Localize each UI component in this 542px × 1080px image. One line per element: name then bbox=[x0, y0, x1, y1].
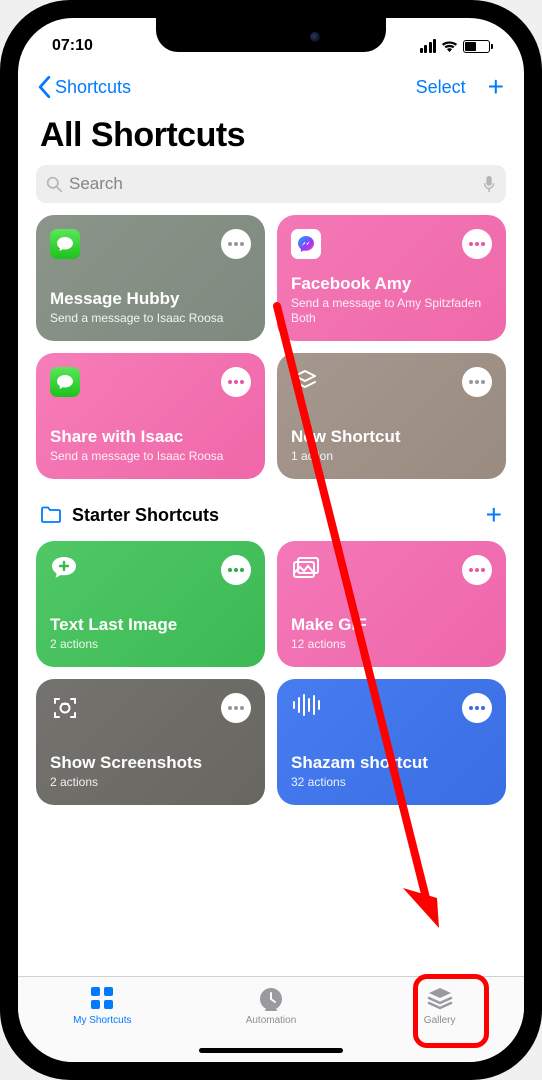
card-subtitle: 2 actions bbox=[50, 637, 251, 653]
card-more-button[interactable] bbox=[221, 555, 251, 585]
section-header-starter: Starter Shortcuts + bbox=[36, 479, 506, 541]
card-subtitle: Send a message to Isaac Roosa bbox=[50, 311, 251, 327]
card-more-button[interactable] bbox=[462, 693, 492, 723]
chevron-left-icon bbox=[38, 76, 51, 98]
waveform-icon bbox=[291, 693, 321, 723]
photos-stack-icon bbox=[291, 555, 321, 585]
card-title: New Shortcut bbox=[291, 427, 492, 447]
card-more-button[interactable] bbox=[221, 693, 251, 723]
card-subtitle: 1 action bbox=[291, 449, 492, 465]
card-more-button[interactable] bbox=[462, 229, 492, 259]
shortcut-card-show-screenshots[interactable]: Show Screenshots 2 actions bbox=[36, 679, 265, 805]
gallery-icon bbox=[426, 985, 454, 1011]
shortcut-card-new-shortcut[interactable]: New Shortcut 1 action bbox=[277, 353, 506, 479]
back-button[interactable]: Shortcuts bbox=[38, 76, 131, 98]
card-subtitle: Send a message to Amy Spitzfaden Both bbox=[291, 296, 492, 327]
card-subtitle: 32 actions bbox=[291, 775, 492, 791]
screen: 07:10 Shortcuts Select + All Shortcuts bbox=[18, 18, 524, 1062]
card-more-button[interactable] bbox=[462, 555, 492, 585]
battery-icon bbox=[463, 40, 490, 53]
messages-app-icon bbox=[50, 367, 80, 397]
mic-icon[interactable] bbox=[482, 175, 496, 193]
add-shortcut-button[interactable]: + bbox=[488, 73, 504, 101]
tab-gallery[interactable]: Gallery bbox=[356, 985, 523, 1062]
shortcut-card-text-last-image[interactable]: Text Last Image 2 actions bbox=[36, 541, 265, 667]
search-icon bbox=[46, 176, 63, 193]
volume-up bbox=[0, 230, 2, 300]
clock-icon bbox=[257, 985, 285, 1011]
speech-plus-icon bbox=[50, 555, 80, 585]
folder-icon bbox=[40, 506, 62, 524]
shortcut-card-share-isaac[interactable]: Share with Isaac Send a message to Isaac… bbox=[36, 353, 265, 479]
card-subtitle: Send a message to Isaac Roosa bbox=[50, 449, 251, 465]
card-subtitle: 2 actions bbox=[50, 775, 251, 791]
card-title: Text Last Image bbox=[50, 615, 251, 635]
tab-my-shortcuts[interactable]: My Shortcuts bbox=[19, 985, 186, 1062]
home-indicator[interactable] bbox=[199, 1048, 343, 1053]
card-title: Show Screenshots bbox=[50, 753, 251, 773]
mute-switch bbox=[0, 170, 2, 206]
search-placeholder: Search bbox=[69, 174, 482, 194]
shortcut-card-facebook-amy[interactable]: Facebook Amy Send a message to Amy Spitz… bbox=[277, 215, 506, 341]
card-title: Message Hubby bbox=[50, 289, 251, 309]
tab-label: Automation bbox=[246, 1015, 297, 1026]
tab-label: My Shortcuts bbox=[73, 1015, 131, 1026]
page-title: All Shortcuts bbox=[18, 110, 524, 165]
card-more-button[interactable] bbox=[221, 229, 251, 259]
messages-app-icon bbox=[50, 229, 80, 259]
screenshot-icon bbox=[50, 693, 80, 723]
card-subtitle: 12 actions bbox=[291, 637, 492, 653]
shortcut-card-shazam[interactable]: Shazam shortcut 32 actions bbox=[277, 679, 506, 805]
card-title: Share with Isaac bbox=[50, 427, 251, 447]
tab-label: Gallery bbox=[424, 1015, 456, 1026]
notch bbox=[156, 18, 386, 52]
shortcut-card-make-gif[interactable]: Make GIF 12 actions bbox=[277, 541, 506, 667]
shortcut-card-message-hubby[interactable]: Message Hubby Send a message to Isaac Ro… bbox=[36, 215, 265, 341]
card-title: Shazam shortcut bbox=[291, 753, 492, 773]
card-more-button[interactable] bbox=[221, 367, 251, 397]
wifi-icon bbox=[441, 40, 458, 52]
search-input[interactable]: Search bbox=[36, 165, 506, 203]
card-title: Make GIF bbox=[291, 615, 492, 635]
back-label: Shortcuts bbox=[55, 77, 131, 98]
nav-bar: Shortcuts Select + bbox=[18, 64, 524, 110]
section-add-button[interactable]: + bbox=[486, 499, 502, 531]
content-area: Message Hubby Send a message to Isaac Ro… bbox=[18, 215, 524, 805]
grid-icon bbox=[88, 985, 116, 1011]
select-button[interactable]: Select bbox=[416, 77, 466, 98]
layers-icon bbox=[291, 367, 321, 397]
status-time: 07:10 bbox=[52, 37, 93, 55]
cellular-signal-icon bbox=[420, 39, 437, 53]
card-more-button[interactable] bbox=[462, 367, 492, 397]
shortcut-grid: Message Hubby Send a message to Isaac Ro… bbox=[36, 215, 506, 479]
messenger-app-icon bbox=[291, 229, 321, 259]
volume-down bbox=[0, 320, 2, 390]
starter-shortcut-grid: Text Last Image 2 actions Make GIF 12 ac… bbox=[36, 541, 506, 805]
section-title: Starter Shortcuts bbox=[72, 505, 219, 526]
phone-frame: 07:10 Shortcuts Select + All Shortcuts bbox=[0, 0, 542, 1080]
card-title: Facebook Amy bbox=[291, 274, 492, 294]
